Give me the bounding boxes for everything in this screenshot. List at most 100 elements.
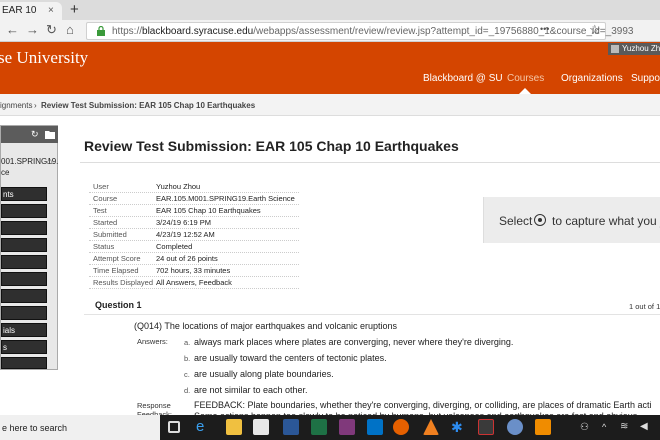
info-value: 4/23/19 12:52 AM — [156, 230, 215, 239]
browser-tab-strip: EAR 10 × + — [0, 0, 660, 20]
avatar — [611, 45, 619, 53]
answer-option: are not similar to each other. — [194, 385, 308, 395]
info-row: Results Displayed All Answers, Feedback — [89, 277, 299, 289]
course-menu-item[interactable] — [1, 272, 47, 286]
info-label: Status — [93, 242, 115, 251]
browser-tab-title: EAR 10 — [2, 5, 37, 16]
breadcrumb-parent[interactable]: ignments — [0, 101, 32, 110]
address-bar[interactable]: https://blackboard.syracuse.edu/webapps/… — [86, 22, 633, 40]
course-menu-toolbar: ↻ — [1, 126, 58, 143]
taskbar: e here to search e ✱ ⚇ ^ ≋ ◀ — [0, 415, 660, 440]
breadcrumb-current: Review Test Submission: EAR 105 Chap 10 … — [41, 101, 256, 110]
answer-letter: d. — [184, 386, 191, 395]
info-value: EAR.105.M001.SPRING19.Earth Science — [156, 194, 295, 203]
taskbar-search[interactable]: e here to search — [0, 415, 160, 440]
answer-option: always mark places where plates are conv… — [194, 337, 514, 347]
info-row: Attempt Score 24 out of 26 points — [89, 253, 299, 265]
course-menu-item[interactable]: nts — [1, 187, 47, 201]
network-icon[interactable]: ≋ — [620, 421, 628, 432]
tab-support[interactable]: Support — [631, 73, 660, 84]
info-label: Submitted — [93, 230, 127, 239]
back-button[interactable]: ← — [6, 22, 19, 37]
home-button[interactable]: ⌂ — [66, 22, 74, 37]
question-title: Question 1 — [95, 300, 142, 310]
capture-overlay[interactable]: Select to capture what you j — [483, 197, 660, 243]
info-row: Submitted 4/23/19 12:52 AM — [89, 229, 299, 241]
browser-tab[interactable]: EAR 10 × — [0, 2, 62, 20]
course-menu-item[interactable] — [1, 357, 47, 369]
info-label: Course — [93, 194, 118, 203]
tab-courses[interactable]: Courses — [507, 73, 544, 84]
user-menu[interactable]: Yuzhou Zhou — [608, 43, 660, 55]
new-tab-button[interactable]: + — [70, 1, 79, 18]
course-menu: ↻ 001.SPRING19. ce ⌂ nts ials s — [0, 125, 58, 370]
info-label: Results Displayed — [93, 278, 154, 287]
capture-text-after: to capture what you j — [552, 214, 660, 228]
question-text: (Q014) The locations of major earthquake… — [134, 321, 397, 331]
bluetooth-icon[interactable]: ✱ — [451, 419, 463, 436]
course-menu-item[interactable] — [1, 255, 47, 269]
answer-option: are usually along plate boundaries. — [194, 369, 334, 379]
file-explorer-icon[interactable] — [226, 419, 242, 435]
home-icon[interactable]: ⌂ — [47, 156, 52, 166]
info-label: Test — [93, 206, 107, 215]
task-view-icon[interactable] — [168, 421, 180, 433]
university-logo[interactable]: se University — [0, 48, 88, 68]
bookmark-star-icon[interactable]: ☆ — [589, 22, 601, 38]
refresh-icon[interactable]: ↻ — [31, 129, 39, 140]
course-menu-item[interactable]: ials — [1, 323, 47, 337]
info-row: Course EAR.105.M001.SPRING19.Earth Scienc… — [89, 193, 299, 205]
course-menu-item[interactable] — [1, 289, 47, 303]
answers-label: Answers: — [137, 337, 168, 346]
info-value: 702 hours, 33 minutes — [156, 266, 231, 275]
close-tab-icon[interactable]: × — [48, 5, 54, 16]
info-label: Time Elapsed — [93, 266, 139, 275]
show-hidden-icons[interactable]: ^ — [602, 422, 606, 432]
app-icon[interactable] — [507, 419, 523, 435]
course-menu-item[interactable] — [1, 238, 47, 252]
info-row: Started 3/24/19 6:19 PM — [89, 217, 299, 229]
url-text: https://blackboard.syracuse.edu/webapps/… — [112, 26, 634, 37]
vlc-icon[interactable] — [423, 419, 439, 435]
page-actions-icon[interactable]: ••• — [540, 24, 549, 34]
tab-blackboard[interactable]: Blackboard @ SU — [423, 73, 503, 84]
course-menu-item[interactable] — [1, 204, 47, 218]
info-row: Status Completed — [89, 241, 299, 253]
info-value: 3/24/19 6:19 PM — [156, 218, 212, 227]
answer-letter: a. — [184, 338, 191, 347]
info-row: Time Elapsed 702 hours, 33 minutes — [89, 265, 299, 277]
app-icon[interactable] — [535, 419, 551, 435]
tab-organizations[interactable]: Organizations — [561, 73, 623, 84]
onenote-icon[interactable] — [339, 419, 355, 435]
volume-icon[interactable]: ◀ — [640, 421, 648, 432]
question-header: Question 1 1 out of 1 — [84, 297, 660, 315]
people-icon[interactable]: ⚇ — [580, 422, 589, 433]
folder-view-icon[interactable] — [45, 130, 55, 139]
question-points: 1 out of 1 — [629, 302, 660, 311]
reload-button[interactable]: ↻ — [46, 22, 57, 38]
course-menu-item[interactable]: s — [1, 340, 47, 354]
word-icon[interactable] — [283, 419, 299, 435]
info-value: 24 out of 26 points — [156, 254, 218, 263]
outlook-icon[interactable] — [367, 419, 383, 435]
answer-letter: c. — [184, 370, 190, 379]
answer-option: are usually toward the centers of tecton… — [194, 353, 387, 363]
forward-button[interactable]: → — [26, 22, 39, 37]
site-header: se University Yuzhou Zhou Blackboard @ S… — [0, 42, 660, 94]
lock-icon — [97, 26, 105, 36]
info-label: Started — [93, 218, 118, 227]
excel-icon[interactable] — [311, 419, 327, 435]
user-name: Yuzhou Zhou — [622, 44, 660, 53]
course-menu-item[interactable] — [1, 221, 47, 235]
info-value: Yuzhou Zhou — [156, 182, 201, 191]
page-title: Review Test Submission: EAR 105 Chap 10 … — [84, 138, 459, 154]
edge-icon[interactable]: e — [196, 418, 204, 435]
store-icon[interactable] — [253, 419, 269, 435]
course-menu-item[interactable] — [1, 306, 47, 320]
info-label: User — [93, 182, 109, 191]
breadcrumb: ignments › Review Test Submission: EAR 1… — [0, 94, 660, 116]
matlab-icon[interactable] — [478, 419, 494, 435]
info-value: All Answers, Feedback — [156, 278, 232, 287]
capture-text-before: Select — [499, 214, 533, 228]
firefox-icon[interactable] — [393, 419, 409, 435]
